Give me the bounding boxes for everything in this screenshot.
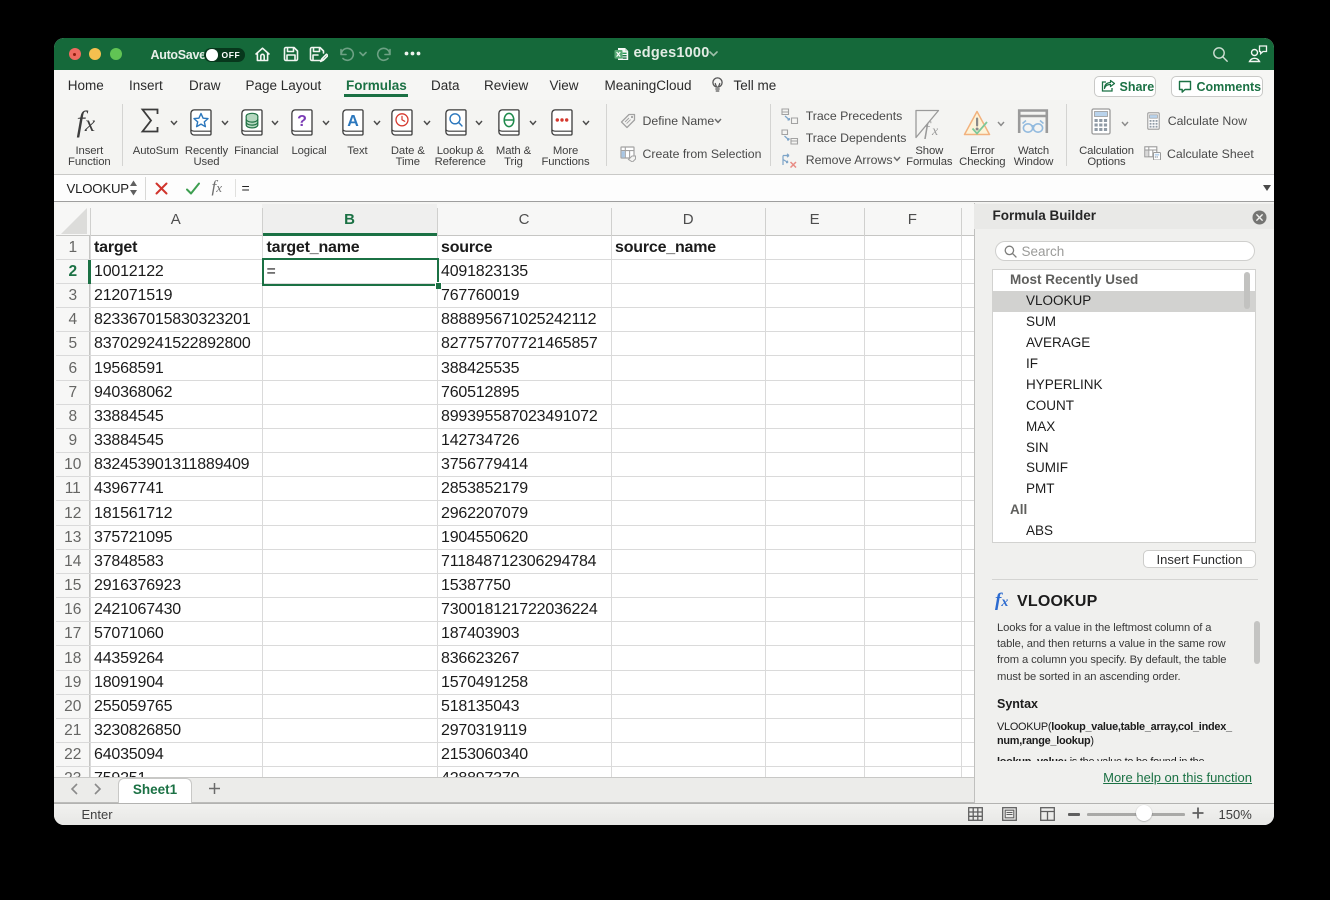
svg-text:x: x — [931, 124, 939, 139]
svg-text:A: A — [347, 113, 359, 130]
svg-text:f: f — [924, 119, 932, 139]
svg-text:?: ? — [297, 113, 307, 130]
